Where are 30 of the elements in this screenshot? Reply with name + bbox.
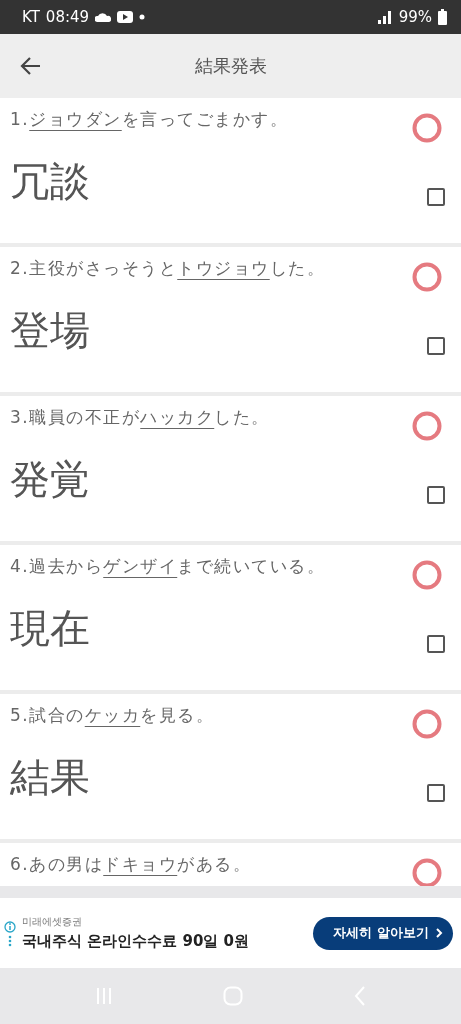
advertiser-name: 미래에셋증권 bbox=[22, 915, 83, 929]
battery-level: 99% bbox=[398, 8, 432, 26]
answer-word: 発覚 bbox=[10, 455, 90, 504]
question-sentence: 3.職員の不正がハッカク した。 bbox=[10, 406, 270, 429]
clock: 08:49 bbox=[45, 8, 90, 26]
chevron-icon bbox=[435, 927, 443, 939]
play-icon bbox=[117, 11, 134, 23]
answer-word: 現在 bbox=[10, 604, 90, 653]
checkbox[interactable] bbox=[427, 337, 445, 355]
checkbox[interactable] bbox=[427, 188, 445, 206]
question-sentence: 5.試合のケッカ を見る。 bbox=[10, 704, 215, 727]
learn-more-button[interactable]: 자세히 알아보기 bbox=[313, 916, 453, 950]
checkbox[interactable] bbox=[427, 784, 445, 802]
answer-word: 冗談 bbox=[10, 157, 90, 206]
dot-icon bbox=[139, 14, 146, 20]
answer-word: 結果 bbox=[10, 753, 90, 802]
question-sentence: 1.ジョウダン を言ってごまかす。 bbox=[10, 108, 289, 131]
question-sentence: 4.過去からゲンザイ まで続いている。 bbox=[10, 555, 326, 578]
question-sentence: 6.あの男は ドキョウ がある。 bbox=[10, 853, 252, 876]
carrier: KT bbox=[22, 8, 40, 26]
battery-icon bbox=[438, 9, 447, 25]
checkbox[interactable] bbox=[427, 635, 445, 653]
ad-headline: 국내주식 온라인수수료 90일 0원 bbox=[22, 932, 250, 951]
checkbox[interactable] bbox=[427, 486, 445, 504]
answer-word: 登場 bbox=[10, 306, 90, 355]
signal-icon bbox=[376, 10, 393, 24]
page-title: 結果発表 bbox=[194, 54, 267, 78]
cloud-icon bbox=[95, 12, 112, 22]
question-sentence: 2.主役がさっそうと トウジョウ した。 bbox=[10, 257, 326, 280]
info-icon[interactable] bbox=[4, 919, 16, 947]
